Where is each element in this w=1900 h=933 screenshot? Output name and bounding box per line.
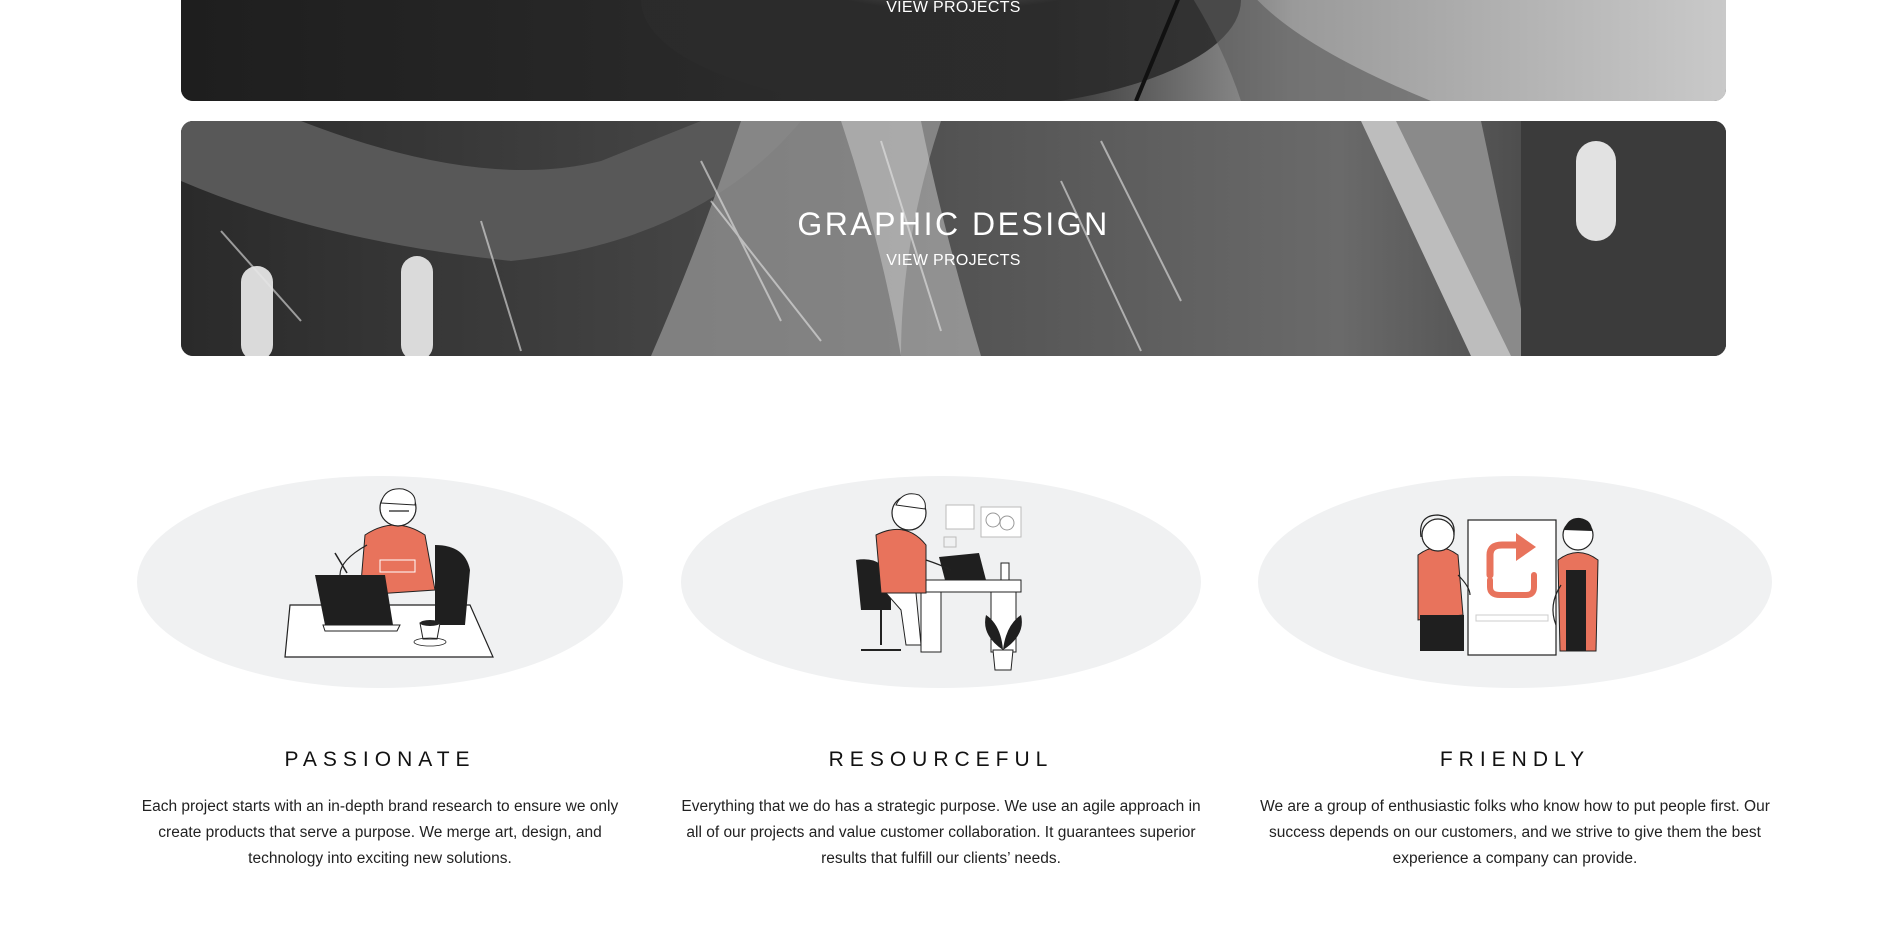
people-sharing-board-illustration xyxy=(1257,476,1772,688)
person-drawing-tablet-illustration xyxy=(681,476,1201,688)
person-laptop-illustration xyxy=(137,476,623,688)
feature-title: RESOURCEFUL xyxy=(828,748,1054,771)
feature-friendly: FRIENDLY We are a group of enthusiastic … xyxy=(1250,475,1780,872)
feature-description: Everything that we do has a strategic pu… xyxy=(681,798,1201,867)
view-projects-link[interactable]: VIEW PROJECTS xyxy=(181,252,1726,270)
feature-description: Each project starts with an in-depth bra… xyxy=(141,798,619,867)
feature-title: FRIENDLY xyxy=(1439,748,1591,771)
view-projects-link[interactable]: VIEW PROJECTS xyxy=(181,0,1726,17)
feature-passionate: PASSIONATE Each project starts with an i… xyxy=(115,475,645,872)
feature-title: PASSIONATE xyxy=(284,748,476,771)
feature-resourceful: RESOURCEFUL Everything that we do has a … xyxy=(676,475,1206,872)
category-title: GRAPHIC DESIGN xyxy=(797,206,1110,242)
feature-description: We are a group of enthusiastic folks who… xyxy=(1260,798,1770,867)
category-card-graphic-design[interactable]: GRAPHIC DESIGN VIEW PROJECTS xyxy=(181,121,1726,356)
category-card-web[interactable]: VIEW PROJECTS xyxy=(181,0,1726,101)
